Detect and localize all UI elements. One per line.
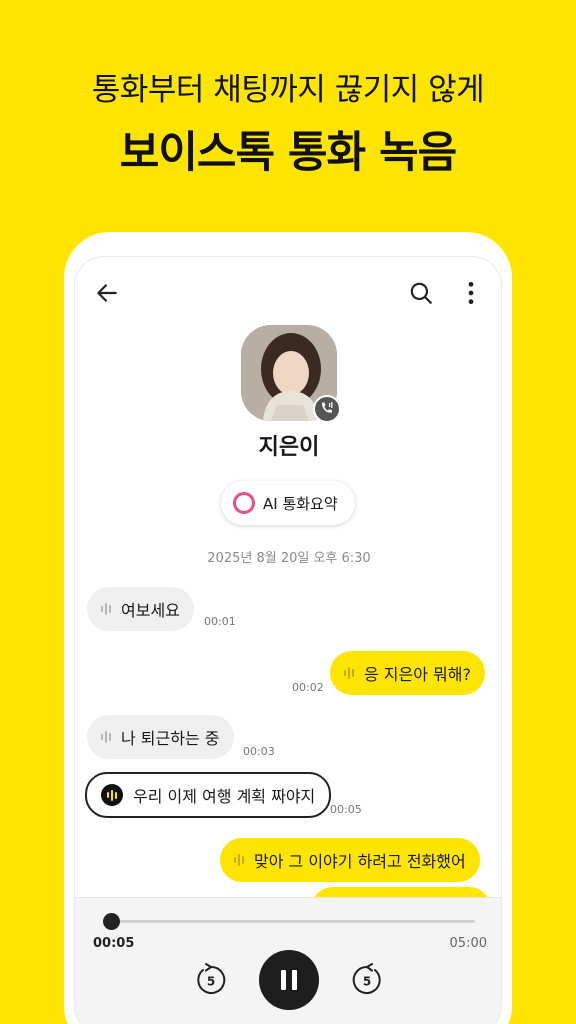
rewind-5-icon: 5 [197,963,226,994]
top-bar [75,277,501,309]
ai-summary-button[interactable]: AI 통화요약 [221,481,355,525]
skip-forward-label: 5 [363,975,371,989]
ai-summary-ring-icon [233,492,255,514]
message-text: 맞아 그 이야기 하려고 전화했어 [254,852,466,871]
voice-call-badge [313,395,341,423]
audio-wave-icon [234,853,244,867]
skip-back-label: 5 [207,975,215,989]
more-button[interactable] [455,277,487,309]
promo-title: 보이스톡 통화 녹음 [119,128,457,178]
promo-subtitle: 통화부터 채팅까지 끊기지 않게 [91,72,485,108]
message-bubble[interactable]: 응 지은아 뭐해? [330,651,485,695]
message-text: 나 퇴근하는 중 [121,729,220,748]
audio-wave-icon [344,666,354,680]
message-bubble-active[interactable]: 우리 이제 여행 계획 짜야지 [85,772,332,818]
forward-5-icon: 5 [352,963,381,994]
search-button[interactable] [405,277,437,309]
pause-icon [281,970,297,990]
audio-wave-active-icon [101,784,123,806]
voice-call-icon [322,402,333,413]
current-time: 00:05 [93,936,135,951]
phone-screen: 지은이 AI 통화요약 2025년 8월 20일 오후 6:30 여보세요 00… [74,256,502,1024]
message-bubble[interactable]: 여보세요 [87,587,194,631]
contact-avatar-wrap[interactable] [241,325,341,423]
seek-handle[interactable] [103,913,121,930]
pause-button[interactable] [259,950,319,1010]
message-text: 우리 이제 여행 계획 짜야지 [133,787,316,806]
total-duration: 05:00 [449,936,487,951]
audio-wave-icon [101,602,111,616]
message-time: 00:05 [330,803,362,816]
message-bubble[interactable]: 나 퇴근하는 중 [87,715,234,759]
skip-forward-5-button[interactable]: 5 [349,962,385,998]
arrow-left-icon [97,284,117,302]
ai-summary-label: AI 통화요약 [263,494,338,513]
message-text: 여보세요 [121,601,180,620]
more-vertical-icon [468,281,474,305]
audio-wave-icon [101,730,111,744]
message-text: 응 지은아 뭐해? [364,665,471,684]
contact-name: 지은이 [258,435,320,460]
message-time: 00:01 [204,615,236,628]
search-icon [410,282,432,304]
skip-back-5-button[interactable]: 5 [193,962,229,998]
seek-bar[interactable] [103,913,475,930]
message-bubble[interactable]: 맞아 그 이야기 하려고 전화했어 [220,838,480,882]
back-button[interactable] [91,277,123,309]
audio-player: 00:05 05:00 5 5 [75,897,501,1024]
call-date-label: 2025년 8월 20일 오후 6:30 [207,551,371,566]
message-time: 00:03 [243,745,275,758]
message-time: 00:02 [292,681,324,694]
